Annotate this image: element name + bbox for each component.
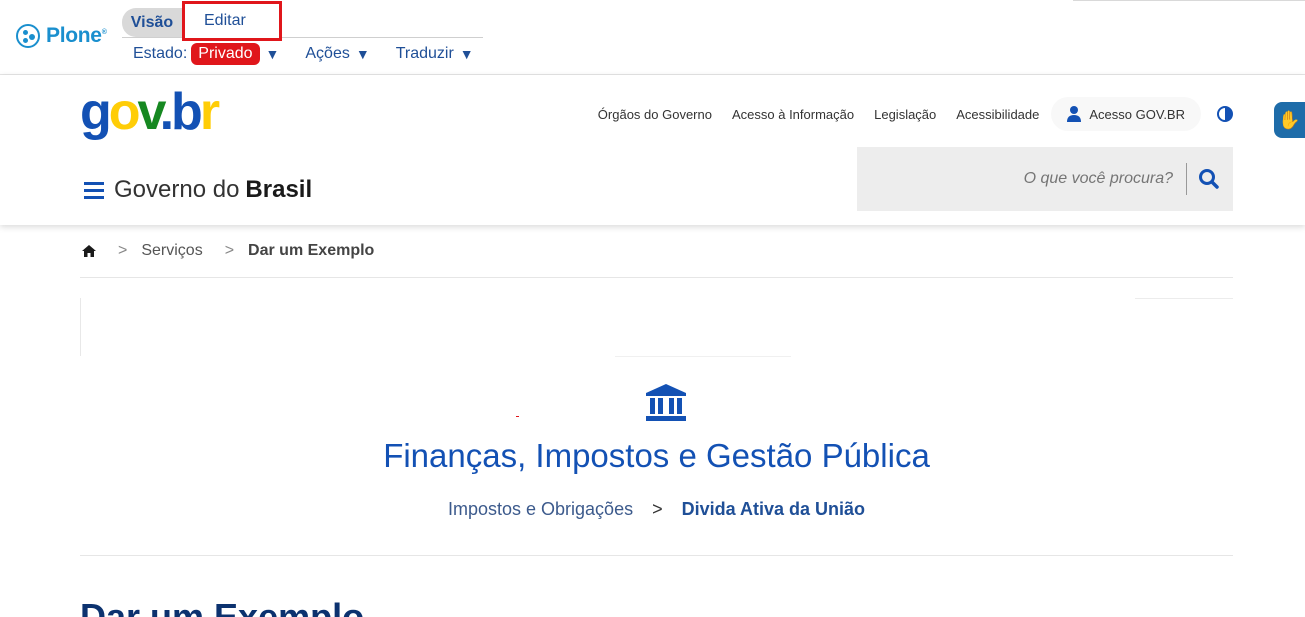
search-separator (1186, 163, 1187, 195)
search-input[interactable] (857, 147, 1183, 211)
contrast-icon[interactable] (1217, 106, 1233, 122)
state-label: Estado: (133, 45, 188, 62)
translate-menu[interactable]: Traduzir (396, 45, 454, 63)
breadcrumb: > Serviços > Dar um Exemplo (82, 242, 374, 260)
state-dropdown-arrow-icon[interactable]: ▼ (266, 46, 280, 62)
link-orgaos-governo[interactable]: Órgãos do Governo (598, 107, 712, 122)
top-right-divider (1073, 0, 1305, 1)
section-breadcrumb-current[interactable]: Divida Ativa da União (682, 499, 865, 519)
tab-edit[interactable]: Editar (182, 1, 282, 41)
site-title-bold: Brasil (245, 176, 313, 203)
vlibras-accessibility-icon[interactable]: ✋ (1274, 102, 1305, 138)
section-breadcrumb-separator: > (652, 499, 663, 519)
breadcrumb-item-current: Dar um Exemplo (248, 242, 375, 259)
search-box (857, 147, 1233, 211)
breadcrumb-item-servicos[interactable]: Serviços (141, 242, 202, 260)
home-icon[interactable] (82, 245, 96, 257)
content-left-border (80, 298, 81, 356)
section-divider (80, 555, 1233, 556)
tab-view[interactable]: Visão (122, 8, 182, 37)
link-acesso-informacao[interactable]: Acesso à Informação (732, 107, 854, 122)
state-badge[interactable]: Privado (191, 43, 260, 65)
link-acessibilidade[interactable]: Acessibilidade (956, 107, 1039, 122)
page-title: Dar um Exemplo (80, 596, 365, 617)
section-breadcrumb-item[interactable]: Impostos e Obrigações (448, 499, 633, 519)
bank-icon (646, 384, 686, 421)
content-top-line (1135, 298, 1233, 299)
plone-logo[interactable]: Plone® (16, 24, 107, 48)
govbr-logo-icon: gov.br (80, 83, 223, 141)
user-icon (1067, 106, 1082, 122)
login-label: Acesso GOV.BR (1089, 106, 1185, 122)
actions-dropdown-arrow-icon[interactable]: ▼ (356, 46, 370, 62)
link-legislacao[interactable]: Legislação (874, 107, 936, 122)
section-breadcrumb: Impostos e Obrigações > Divida Ativa da … (0, 499, 1305, 520)
hamburger-menu-icon[interactable] (84, 182, 104, 199)
site-header: gov.br Órgãos do Governo Acesso à Inform… (0, 75, 1305, 225)
svg-text:gov.br: gov.br (80, 83, 220, 141)
breadcrumb-separator: > (118, 242, 128, 259)
section-title: Finanças, Impostos e Gestão Pública (383, 437, 930, 474)
breadcrumb-separator: > (224, 242, 235, 259)
plone-tab-row: Visão Editar (122, 1, 483, 41)
decorative-dot (516, 416, 519, 417)
plone-logo-icon (16, 24, 40, 48)
content-center-line (615, 356, 791, 357)
header-links: Órgãos do Governo Acesso à Informação Le… (578, 97, 1233, 131)
search-icon[interactable] (1195, 165, 1223, 193)
actions-menu[interactable]: Ações (305, 45, 349, 63)
translate-dropdown-arrow-icon[interactable]: ▼ (460, 46, 474, 62)
site-title-prefix: Governo do (114, 176, 240, 203)
plone-state-row: Estado: Privado ▼ Ações ▼ Traduzir ▼ (133, 43, 474, 65)
login-button[interactable]: Acesso GOV.BR (1051, 97, 1201, 131)
plone-toolbar: Plone® Visão Editar Estado: Privado ▼ Aç… (0, 0, 1305, 75)
breadcrumb-divider (80, 277, 1233, 278)
site-title: Governo do Brasil (84, 176, 312, 204)
govbr-logo[interactable]: gov.br (80, 83, 223, 158)
plone-logo-text: Plone® (46, 24, 107, 47)
